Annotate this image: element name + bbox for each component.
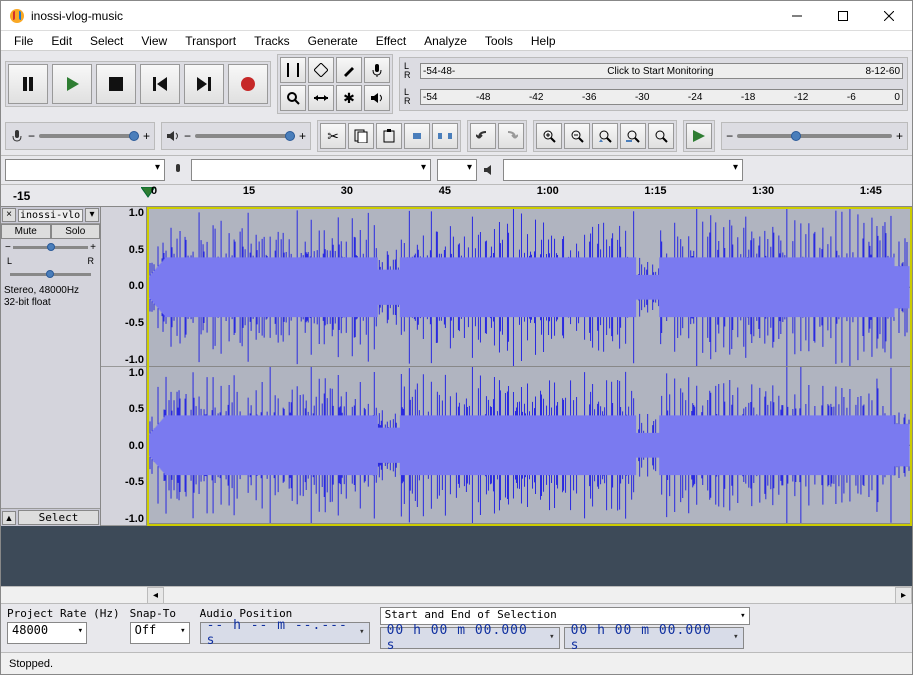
transport-toolbar <box>5 61 271 107</box>
menu-help[interactable]: Help <box>522 32 565 50</box>
speaker-tool-icon[interactable] <box>364 85 390 111</box>
redo-button[interactable] <box>498 123 524 149</box>
track-pan-slider[interactable] <box>10 273 91 276</box>
track-select-button[interactable]: Select <box>18 510 99 525</box>
snap-to-label: Snap-To <box>130 607 190 620</box>
trim-button[interactable] <box>404 123 430 149</box>
track-collapse-button[interactable]: ▲ <box>2 511 16 525</box>
recording-device-select[interactable] <box>191 159 431 181</box>
timeshift-tool[interactable] <box>308 85 334 111</box>
recording-channels-select[interactable] <box>437 159 477 181</box>
selection-tool[interactable] <box>280 57 306 83</box>
paste-button[interactable] <box>376 123 402 149</box>
track-control-panel: × inossi-vlo ▾ Mute Solo −+ LR Stereo, 4… <box>1 207 101 526</box>
scroll-right-button[interactable]: ▸ <box>895 587 912 604</box>
play-at-speed-button[interactable] <box>686 123 712 149</box>
fit-project-button[interactable] <box>620 123 646 149</box>
skip-end-button[interactable] <box>184 64 224 104</box>
menu-edit[interactable]: Edit <box>42 32 81 50</box>
solo-button[interactable]: Solo <box>51 224 101 239</box>
menu-file[interactable]: File <box>5 32 42 50</box>
menu-tracks[interactable]: Tracks <box>245 32 299 50</box>
mute-button[interactable]: Mute <box>1 224 51 239</box>
speaker-icon <box>166 129 180 143</box>
empty-track-area[interactable] <box>1 526 912 586</box>
minimize-button[interactable] <box>774 1 820 31</box>
tools-toolbar: ✱ <box>277 54 393 114</box>
track-format-info: Stereo, 48000Hz 32-bit float <box>1 283 100 311</box>
project-rate-label: Project Rate (Hz) <box>7 607 120 620</box>
audio-position-display[interactable]: -- h -- m --.--- s <box>200 622 370 644</box>
maximize-button[interactable] <box>820 1 866 31</box>
menu-select[interactable]: Select <box>81 32 132 50</box>
menu-transport[interactable]: Transport <box>176 32 245 50</box>
menubar: File Edit Select View Transport Tracks G… <box>1 31 912 51</box>
selection-start-display[interactable]: 00 h 00 m 00.000 s <box>380 627 560 649</box>
scroll-left-button[interactable]: ◂ <box>147 587 164 604</box>
zoom-toggle-button[interactable] <box>648 123 674 149</box>
envelope-tool[interactable] <box>308 57 334 83</box>
menu-tools[interactable]: Tools <box>476 32 522 50</box>
selection-end-display[interactable]: 00 h 00 m 00.000 s <box>564 627 744 649</box>
speaker-icon <box>483 163 497 177</box>
draw-tool[interactable] <box>336 57 362 83</box>
playback-volume-slider[interactable] <box>195 134 295 138</box>
menu-analyze[interactable]: Analyze <box>415 32 476 50</box>
play-button[interactable] <box>52 64 92 104</box>
skip-start-button[interactable] <box>140 64 180 104</box>
multi-tool[interactable]: ✱ <box>336 85 362 111</box>
project-rate-select[interactable]: 48000 <box>7 622 87 644</box>
recording-meter[interactable]: LR -54 -48 - Click to Start Monitoring 8… <box>399 57 908 111</box>
pause-button[interactable] <box>8 64 48 104</box>
menu-view[interactable]: View <box>132 32 176 50</box>
window-title: inossi-vlog-music <box>31 9 774 23</box>
recording-volume-slider[interactable] <box>39 134 139 138</box>
track-close-button[interactable]: × <box>2 208 16 222</box>
mic-tool-icon[interactable] <box>364 57 390 83</box>
playback-speed-slider[interactable] <box>737 134 892 138</box>
zoom-in-button[interactable] <box>536 123 562 149</box>
undo-button[interactable] <box>470 123 496 149</box>
cut-button[interactable]: ✂ <box>320 123 346 149</box>
amplitude-scale: 1.00.50.0-0.5-1.0 1.00.50.0-0.5-1.0 <box>101 207 147 526</box>
playback-meter[interactable]: -54 -48 -42 -36 -30 -24 -18 -12 -6 0 <box>420 89 903 105</box>
fit-selection-button[interactable] <box>592 123 618 149</box>
track-menu-button[interactable]: ▾ <box>85 208 99 222</box>
playback-device-select[interactable] <box>503 159 743 181</box>
zoom-out-button[interactable] <box>564 123 590 149</box>
close-button[interactable] <box>866 1 912 31</box>
waveform-display[interactable] <box>147 207 912 526</box>
zoom-tool[interactable] <box>280 85 306 111</box>
snap-to-select[interactable]: Off <box>130 622 190 644</box>
status-text: Stopped. <box>9 658 53 670</box>
copy-button[interactable] <box>348 123 374 149</box>
track-gain-slider[interactable] <box>13 246 88 249</box>
meter-lr-labels: LR <box>404 62 416 80</box>
horizontal-scrollbar[interactable]: ◂ ▸ <box>1 586 912 603</box>
mic-icon <box>10 129 24 143</box>
stop-button[interactable] <box>96 64 136 104</box>
menu-generate[interactable]: Generate <box>299 32 367 50</box>
menu-effect[interactable]: Effect <box>367 32 415 50</box>
app-logo-icon <box>9 8 25 24</box>
record-button[interactable] <box>228 64 268 104</box>
mic-icon <box>171 163 185 177</box>
silence-button[interactable] <box>432 123 458 149</box>
audio-host-select[interactable] <box>5 159 165 181</box>
timeline-ruler[interactable]: -15 0 15 30 45 1:00 1:15 1:30 1:45 <box>1 185 912 207</box>
track-name[interactable]: inossi-vlo <box>18 209 83 222</box>
